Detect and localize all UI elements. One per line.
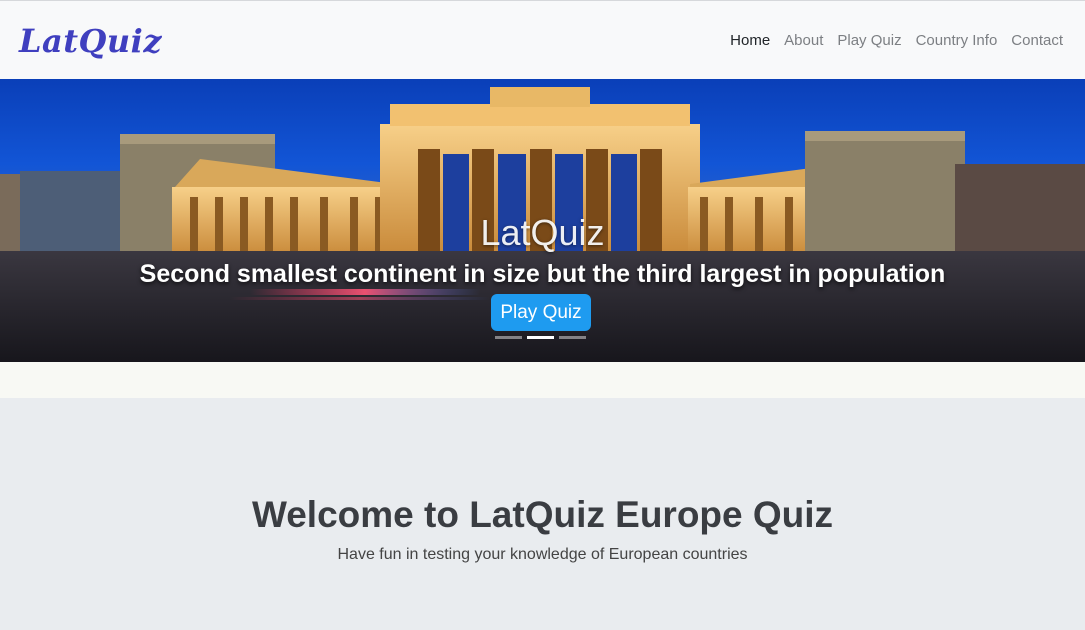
carousel-indicator-1[interactable] <box>495 336 522 339</box>
nav-link-contact[interactable]: Contact <box>1011 32 1063 49</box>
nav-link-about[interactable]: About <box>784 32 823 49</box>
nav-link-play-quiz[interactable]: Play Quiz <box>837 32 901 49</box>
brand-logo[interactable]: LatQuiz <box>19 22 162 60</box>
section-divider <box>0 362 1085 398</box>
carousel-indicator-2[interactable] <box>527 336 554 339</box>
nav-link-home[interactable]: Home <box>730 32 770 49</box>
carousel-indicators <box>495 336 586 339</box>
navbar: LatQuiz Home About Play Quiz Country Inf… <box>0 0 1085 79</box>
carousel-caption-title: LatQuiz <box>480 212 605 253</box>
nav-links: Home About Play Quiz Country Info Contac… <box>730 32 1063 49</box>
hero-carousel: LatQuiz Second smallest continent in siz… <box>0 79 1085 362</box>
carousel-caption-text: Second smallest continent in size but th… <box>139 260 946 288</box>
play-quiz-button[interactable]: Play Quiz <box>491 294 591 331</box>
carousel-indicator-3[interactable] <box>559 336 586 339</box>
welcome-lead: Have fun in testing your knowledge of Eu… <box>337 546 748 563</box>
welcome-jumbotron: Welcome to LatQuiz Europe Quiz Have fun … <box>0 398 1085 630</box>
welcome-heading: Welcome to LatQuiz Europe Quiz <box>251 494 834 535</box>
nav-link-country-info[interactable]: Country Info <box>916 32 998 49</box>
